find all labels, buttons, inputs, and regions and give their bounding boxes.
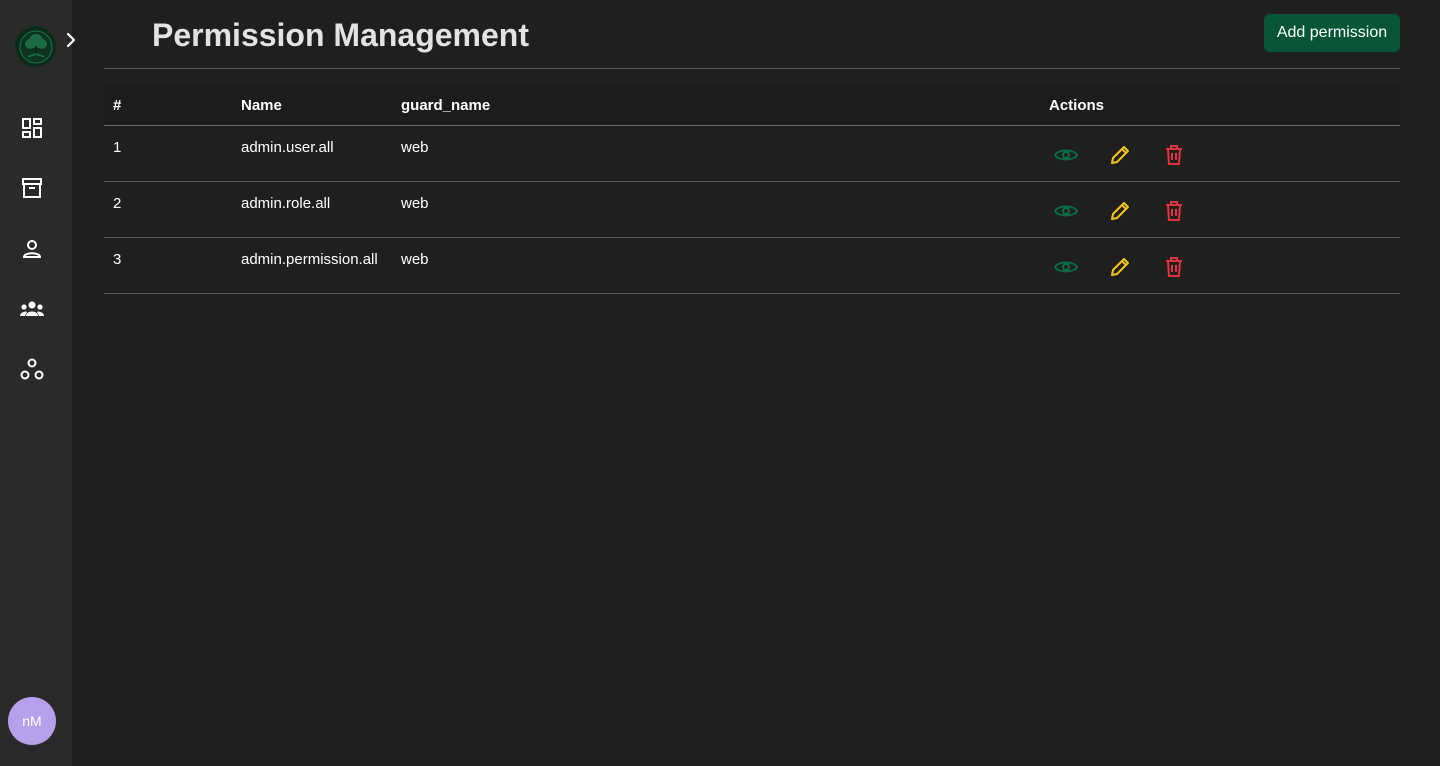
column-header-name: Name [232,86,392,126]
sidebar: nM [0,0,76,766]
table-header-row: # Name guard_name Actions [104,86,1400,126]
pencil-icon[interactable] [1108,199,1132,223]
pencil-icon[interactable] [1108,255,1132,279]
add-permission-button[interactable]: Add permission [1264,14,1400,52]
user-icon[interactable] [18,235,46,263]
column-header-guard-name: guard_name [392,86,1040,126]
column-header-index: # [104,86,232,126]
trash-icon[interactable] [1162,255,1186,279]
tree-logo-icon[interactable] [15,26,56,67]
row-actions [1040,181,1400,238]
row-guard-name: web [392,181,1040,238]
table-row: 3 admin.permission.all web [104,237,1400,294]
dashboard-icon[interactable] [18,114,46,142]
column-header-actions: Actions [1040,86,1400,126]
trash-icon[interactable] [1162,199,1186,223]
table-row: 1 admin.user.all web [104,125,1400,182]
table-row: 2 admin.role.all web [104,181,1400,238]
row-index: 2 [104,181,232,238]
eye-icon[interactable] [1054,143,1078,167]
divider [104,68,1400,69]
row-actions [1040,237,1400,294]
row-guard-name: web [392,237,1040,294]
hierarchy-icon[interactable] [18,355,46,383]
row-name: admin.user.all [232,125,392,182]
page-title: Permission Management [152,17,529,53]
archive-icon[interactable] [18,174,46,202]
avatar[interactable]: nM [8,697,56,745]
chevron-right-icon[interactable] [60,29,82,51]
row-name: admin.permission.all [232,237,392,294]
app-root: nM Permission Management Add permission … [0,0,1440,766]
row-index: 1 [104,125,232,182]
row-index: 3 [104,237,232,294]
row-guard-name: web [392,125,1040,182]
row-name: admin.role.all [232,181,392,238]
eye-icon[interactable] [1054,255,1078,279]
row-actions [1040,125,1400,182]
pencil-icon[interactable] [1108,143,1132,167]
trash-icon[interactable] [1162,143,1186,167]
eye-icon[interactable] [1054,199,1078,223]
group-icon[interactable] [18,295,46,323]
permissions-table: # Name guard_name Actions 1 admin.user.a… [104,86,1400,294]
